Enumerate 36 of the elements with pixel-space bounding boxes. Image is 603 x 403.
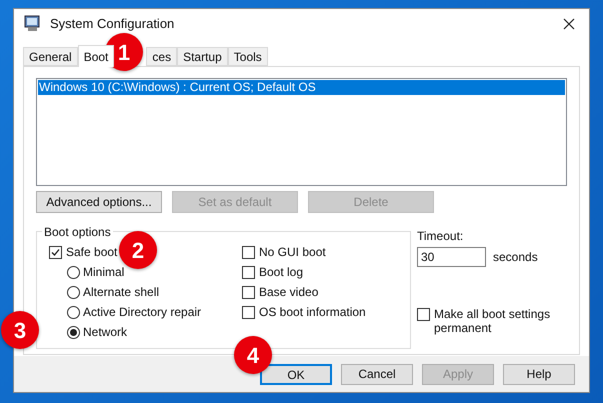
action-button[interactable]: Advanced options...: [36, 191, 162, 213]
seconds-label: seconds: [493, 249, 538, 266]
checkbox[interactable]: [242, 286, 255, 298]
checkbox[interactable]: [417, 308, 430, 321]
list-item[interactable]: Windows 10 (C:\Windows) : Current OS; Default OS: [38, 80, 565, 95]
radio-button[interactable]: [67, 266, 80, 278]
checkbox-label: Base video: [259, 284, 318, 301]
timeout-field[interactable]: 30: [417, 247, 486, 267]
tab[interactable]: Startup: [177, 47, 228, 66]
dialog-button[interactable]: Help: [503, 364, 575, 384]
checkbox-label: Safe boot: [66, 244, 118, 261]
radio-label: Active Directory repair: [83, 304, 202, 321]
tab[interactable]: Tools: [228, 47, 268, 66]
callout-badge: 3: [1, 311, 39, 349]
checkbox[interactable]: [242, 266, 255, 278]
checkbox[interactable]: [242, 306, 255, 318]
radio-button[interactable]: [67, 286, 80, 298]
radio-label: Network: [83, 324, 128, 341]
dialog-button[interactable]: OK: [260, 364, 332, 384]
tab[interactable]: Boot: [78, 45, 114, 67]
tab[interactable]: General: [23, 47, 78, 66]
dialog-button[interactable]: Cancel: [341, 364, 413, 384]
radio-button[interactable]: [67, 306, 80, 318]
checkbox-label: OS boot information: [259, 304, 366, 321]
checkbox-label: No GUI boot: [259, 244, 326, 261]
tab[interactable]: ces: [146, 47, 178, 66]
radio-button[interactable]: [67, 326, 80, 338]
window-title: System Configuration: [50, 14, 174, 33]
checkbox-label: Boot log: [259, 264, 304, 281]
timeout-label: Timeout:: [417, 228, 464, 245]
checkbox-label: Make all boot settings permanent: [434, 307, 552, 335]
checkbox[interactable]: [49, 246, 62, 258]
checkbox[interactable]: [242, 246, 255, 258]
close-icon[interactable]: [563, 18, 575, 30]
radio-label: Alternate shell: [83, 284, 160, 301]
monitor-icon: [24, 15, 42, 32]
